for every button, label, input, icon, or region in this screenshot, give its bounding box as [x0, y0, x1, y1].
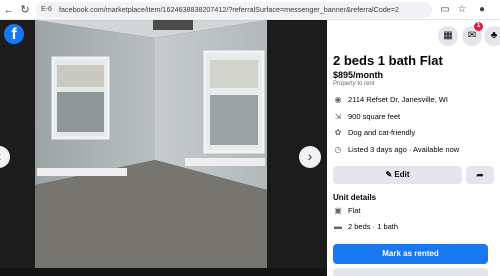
mark-as-rented-button[interactable]: Mark as rented — [333, 244, 488, 264]
listed-text: Listed 3 days ago · Available now — [348, 145, 460, 154]
paw-icon: ✿ — [334, 128, 342, 137]
notifications-bell-icon[interactable]: ♣ — [484, 26, 500, 46]
listed-row: ◷ Listed 3 days ago · Available now — [333, 144, 460, 156]
pets-text: Dog and cat-friendly — [348, 128, 416, 137]
edit-button[interactable]: ✎ Edit — [333, 166, 462, 184]
unit-type-text: Flat — [348, 206, 361, 215]
pencil-icon: ✎ — [385, 170, 393, 179]
rooms-text: 2 beds · 1 bath — [348, 222, 399, 231]
messenger-badge: 1 — [474, 22, 483, 31]
unit-type-row: ▣ Flat — [333, 205, 361, 217]
size-text: 900 square feet — [348, 112, 401, 121]
reload-icon[interactable]: ↻ — [18, 3, 32, 17]
facebook-logo-icon[interactable]: f — [4, 24, 24, 44]
secondary-action-button[interactable] — [333, 268, 488, 276]
unit-details-heading: Unit details — [333, 193, 377, 202]
menu-grid-icon[interactable]: ▦ — [438, 26, 458, 46]
square-feet-icon: ⇲ — [334, 112, 342, 121]
site-info-badge[interactable]: E-6 — [41, 4, 52, 16]
cast-icon[interactable]: ▭ — [438, 3, 452, 17]
bed-icon: ▬ — [334, 222, 342, 231]
bookmark-star-icon[interactable]: ☆ — [455, 3, 469, 17]
clock-icon: ◷ — [334, 145, 342, 154]
share-button[interactable]: ➦ — [466, 166, 494, 184]
edit-label: Edit — [394, 170, 410, 179]
rooms-row: ▬ 2 beds · 1 bath — [333, 221, 398, 233]
previous-photo-button[interactable]: ‹ — [0, 146, 10, 168]
profile-icon[interactable]: ● — [475, 3, 489, 17]
photo-viewer: f ‹ › — [0, 20, 327, 276]
browser-toolbar: ← ↻ E-6 facebook.com/marketplace/item/16… — [0, 0, 500, 20]
listing-details-panel: ▦ ✉ 1 ♣ 2 beds 1 bath Flat $895/month Pr… — [327, 20, 500, 276]
address-text: 2114 Refset Dr, Janesville, WI — [348, 95, 448, 104]
thumbnail-strip — [0, 268, 327, 276]
pets-row: ✿ Dog and cat-friendly — [333, 127, 415, 139]
building-icon: ▣ — [334, 206, 342, 215]
share-arrow-icon: ➦ — [476, 170, 484, 180]
next-photo-button[interactable]: › — [299, 146, 321, 168]
back-arrow-icon[interactable]: ← — [2, 3, 16, 17]
url-text[interactable]: facebook.com/marketplace/item/1624638838… — [59, 4, 399, 16]
size-row: ⇲ 900 square feet — [333, 111, 400, 123]
listing-subtype: Property to rent — [333, 81, 375, 87]
listing-title: 2 beds 1 bath Flat — [333, 53, 443, 68]
location-pin-icon: ◉ — [334, 95, 342, 104]
address-row: ◉ 2114 Refset Dr, Janesville, WI — [333, 94, 448, 106]
listing-price: $895/month — [333, 70, 384, 80]
listing-photo — [35, 20, 267, 268]
